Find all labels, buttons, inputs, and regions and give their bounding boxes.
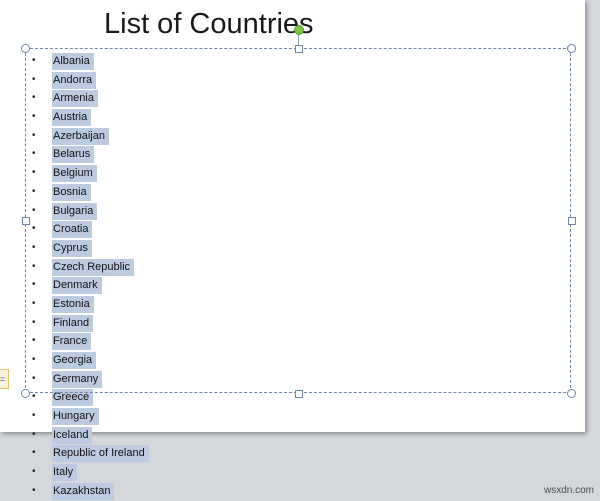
resize-handle-icon[interactable] [22,217,30,225]
selected-textbox-frame[interactable] [25,48,571,393]
paste-options-glyph: = [0,374,6,384]
resize-handle-icon[interactable] [295,390,303,398]
rotate-handle-icon[interactable] [294,25,304,35]
watermark: wsxdn.com [543,485,594,496]
slide-title[interactable]: List of Countries [104,8,314,41]
resize-handle-icon[interactable] [21,389,30,398]
resize-handle-icon[interactable] [567,389,576,398]
resize-handle-icon[interactable] [567,44,576,53]
bullet-icon: • [32,484,36,496]
bullet-icon: • [32,410,36,422]
slide-canvas[interactable]: List of Countries • Albania • Andorra • Armen… [0,0,585,500]
list-item-text[interactable]: Italy [52,464,78,482]
resize-handle-icon[interactable] [568,217,576,225]
bullet-icon: • [32,428,36,440]
bullet-icon: • [32,466,36,478]
list-item-text[interactable]: Iceland [52,426,93,444]
list-item-text[interactable]: Republic of Ireland [52,445,149,463]
list-item-text[interactable]: Hungary [52,408,99,426]
resize-handle-icon[interactable] [21,44,30,53]
paste-options-icon[interactable]: = [0,369,9,389]
list-item-text[interactable]: Kazakhstan [52,482,115,500]
bullet-icon: • [32,447,36,459]
resize-handle-icon[interactable] [295,45,303,53]
